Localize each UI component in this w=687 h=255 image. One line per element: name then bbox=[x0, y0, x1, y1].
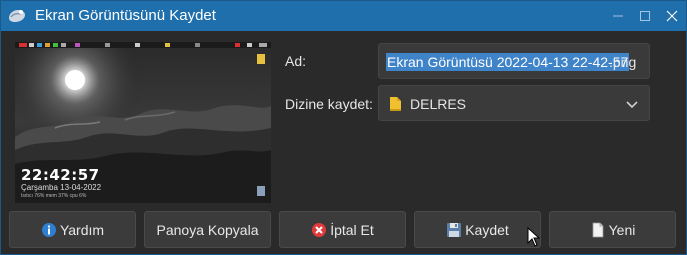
mouse-cursor-icon bbox=[527, 227, 541, 247]
cancel-icon bbox=[312, 222, 327, 237]
help-button-label: Yardım bbox=[59, 221, 105, 238]
minimize-icon[interactable] bbox=[608, 6, 628, 26]
cancel-button-label: İptal Et bbox=[330, 221, 374, 238]
copy-button-label: Panoya Kopyala bbox=[156, 221, 259, 238]
save-button[interactable]: Kaydet bbox=[414, 211, 541, 248]
save-button-label: Kaydet bbox=[465, 221, 509, 238]
chevron-down-icon bbox=[626, 101, 638, 109]
folder-icon bbox=[390, 97, 401, 111]
screenshot-app-icon bbox=[9, 10, 25, 22]
folder-name-text: DELRES bbox=[410, 96, 467, 112]
info-icon bbox=[41, 222, 56, 237]
name-label: Ad: bbox=[285, 53, 307, 69]
filename-input[interactable]: Ekran Görüntüsü 2022-04-13 22-42-57 .png bbox=[378, 43, 650, 79]
preview-stats-text: Isıtıcı 76% mem 37% cpu 6% bbox=[21, 193, 87, 199]
new-button[interactable]: Yeni bbox=[549, 211, 676, 248]
filename-extension-text: .png bbox=[609, 54, 637, 70]
help-button[interactable]: Yardım bbox=[9, 211, 136, 248]
folder-label: Dizine kaydet: bbox=[285, 96, 373, 112]
save-screenshot-dialog: Ekran Görüntüsünü Kaydet 22:42:57 Çarşam… bbox=[0, 0, 687, 255]
new-button-label: Yeni bbox=[608, 221, 636, 238]
close-icon[interactable] bbox=[662, 6, 682, 26]
cancel-button[interactable]: İptal Et bbox=[279, 211, 406, 248]
folder-dropdown[interactable]: DELRES bbox=[378, 85, 650, 121]
title-bar[interactable]: Ekran Görüntüsünü Kaydet bbox=[1, 1, 686, 31]
maximize-icon[interactable] bbox=[635, 6, 655, 26]
window-title: Ekran Görüntüsünü Kaydet bbox=[35, 7, 216, 24]
new-document-icon bbox=[592, 222, 604, 237]
copy-to-clipboard-button[interactable]: Panoya Kopyala bbox=[144, 211, 271, 248]
filename-selected-text: Ekran Görüntüsü 2022-04-13 22-42-57 bbox=[386, 53, 630, 71]
preview-date-text: Çarşamba 13-04-2022 bbox=[21, 183, 102, 192]
floppy-disk-icon bbox=[447, 222, 462, 237]
screenshot-preview: 22:42:57 Çarşamba 13-04-2022 Isıtıcı 76%… bbox=[15, 42, 271, 203]
preview-clock-text: 22:42:57 bbox=[21, 166, 100, 184]
